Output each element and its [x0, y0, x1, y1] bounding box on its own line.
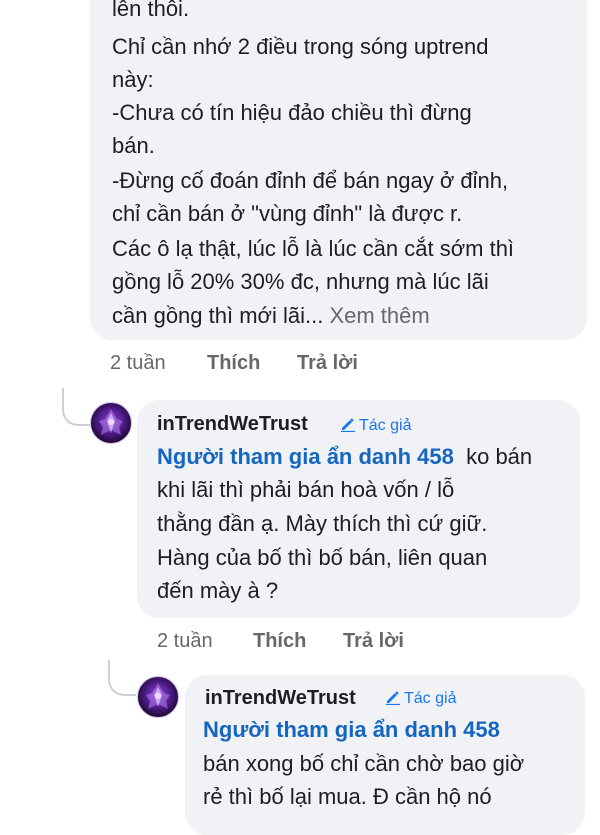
comment-text-line: thằng đần ạ. Mày thích thì cứ giữ.	[157, 511, 488, 536]
avatar[interactable]	[90, 402, 132, 444]
see-more-link[interactable]: Xem thêm	[329, 303, 429, 328]
comment-text-line: rẻ thì bố lại mua. Đ cần hộ nó	[203, 784, 492, 809]
comment-text-line: chỉ cần bán ở "vùng đỉnh" là được r.	[112, 201, 463, 226]
comment-text-line: gồng lỗ 20% 30% đc, nhưng mà lúc lãi	[112, 269, 489, 294]
reply-button[interactable]: Trả lời	[297, 352, 358, 375]
author-badge-label: Tác giả	[404, 690, 457, 707]
comment-text-line: đến mày à ?	[157, 578, 279, 603]
comment-text-truncated: cần gồng thì mới lãi...	[112, 303, 324, 328]
thread-connector	[108, 660, 136, 696]
comment-text-line: khi lãi thì phải bán hoà vốn / lỗ	[157, 477, 455, 502]
comment-text-line: này:	[112, 67, 154, 92]
comment-text-line: bán.	[112, 133, 155, 158]
comment-text: ko bán	[466, 444, 533, 469]
comment-bubble: inTrendWeTrust Tác giả Người tham gia ẩn…	[137, 400, 580, 618]
comment-text-line: bán xong bố chỉ cần chờ bao giờ	[203, 751, 525, 776]
comment-text-line: -Đừng cố đoán đỉnh để bán ngay ở đỉnh,	[112, 168, 509, 193]
avatar-image	[99, 409, 123, 435]
comment-text-line: Người tham gia ẩn danh 458 ko bán	[157, 440, 532, 473]
mention-link[interactable]: Người tham gia ẩn danh 458	[203, 717, 500, 742]
thread-connector	[62, 388, 90, 426]
comment-text-line: Các ô lạ thật, lúc lỗ là lúc cần cắt sớm…	[112, 236, 515, 261]
author-badge: Tác giả	[340, 416, 411, 435]
comment-actions: 2 tuần Thích Trả lời	[157, 630, 477, 656]
author-badge: Tác giả	[385, 689, 456, 708]
comment-text-line: lên thôi.	[112, 0, 190, 21]
comment-actions: 2 tuần Thích Trả lời	[110, 352, 430, 378]
comment-text-line: cần gồng thì mới lãi... Xem thêm	[112, 299, 430, 332]
comment-bubble: lên thôi. Chỉ cần nhớ 2 điều trong sóng …	[90, 0, 587, 340]
like-button[interactable]: Thích	[207, 352, 260, 375]
avatar-image	[146, 683, 170, 709]
comment-author[interactable]: inTrendWeTrust	[205, 687, 356, 710]
author-badge-label: Tác giả	[359, 417, 412, 434]
avatar[interactable]	[137, 676, 179, 718]
reply-button[interactable]: Trả lời	[343, 630, 404, 653]
comment-timestamp[interactable]: 2 tuần	[110, 352, 166, 375]
comment-timestamp[interactable]: 2 tuần	[157, 630, 213, 653]
comment-bubble: inTrendWeTrust Tác giả Người tham gia ẩn…	[185, 675, 585, 835]
mention-link[interactable]: Người tham gia ẩn danh 458	[157, 444, 454, 469]
comment-text-line: -Chưa có tín hiệu đảo chiều thì đừng	[112, 100, 472, 125]
comment-author[interactable]: inTrendWeTrust	[157, 413, 308, 436]
pencil-icon	[386, 691, 400, 705]
comment-text-line: Chỉ cần nhớ 2 điều trong sóng uptrend	[112, 34, 489, 59]
comment-text-line: Hàng của bố thì bố bán, liên quan	[157, 545, 488, 570]
like-button[interactable]: Thích	[253, 630, 306, 653]
pencil-icon	[341, 418, 355, 432]
comment-text-line: Người tham gia ẩn danh 458	[203, 713, 500, 746]
